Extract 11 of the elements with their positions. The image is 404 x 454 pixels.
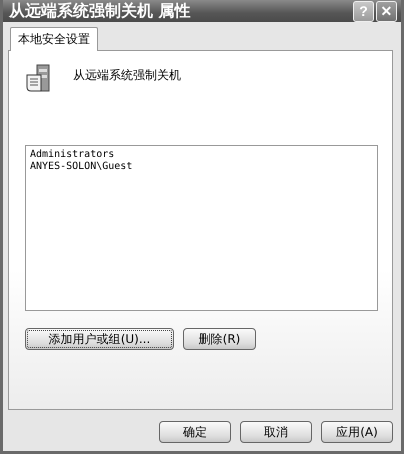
tab[interactable]: 本地安全设置 [10, 27, 98, 51]
apply-button[interactable]: 应用(A) [321, 421, 393, 443]
members-list[interactable]: Administrators ANYES-SOLON\Guest [25, 145, 378, 311]
window-title: 从远端系统强制关机 属性 [9, 0, 192, 22]
remove-button[interactable]: 删除(R) [183, 328, 256, 350]
ok-button[interactable]: 确定 [159, 421, 231, 443]
add-user-button[interactable]: 添加用户或组(U)... [25, 328, 174, 350]
cancel-button[interactable]: 取消 [240, 421, 312, 443]
policy-name: 从远端系统强制关机 [73, 67, 181, 84]
member-item[interactable]: ANYES-SOLON\Guest [30, 161, 373, 173]
member-item[interactable]: Administrators [30, 149, 373, 161]
